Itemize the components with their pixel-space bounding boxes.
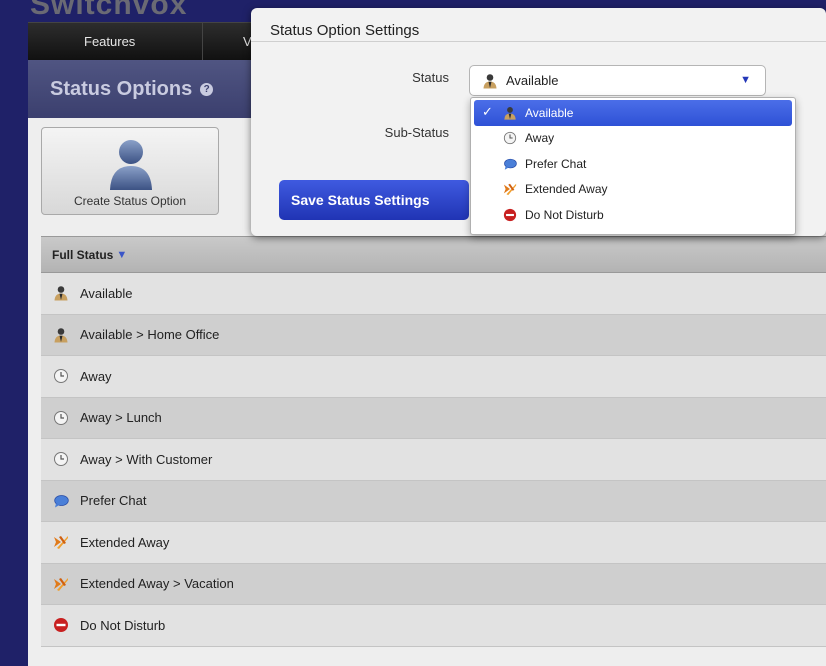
help-icon[interactable]: ? bbox=[200, 82, 214, 96]
sort-desc-icon[interactable]: ▼ bbox=[116, 249, 127, 261]
create-status-option-button[interactable]: Create Status Option bbox=[41, 127, 219, 215]
table-row[interactable]: Extended Away bbox=[41, 522, 826, 564]
clock-icon bbox=[53, 410, 69, 426]
table-row[interactable]: Extended Away > Vacation bbox=[41, 563, 826, 605]
person-icon bbox=[503, 106, 517, 120]
page-title: Status Options bbox=[50, 77, 193, 100]
column-header-label: Full Status bbox=[52, 247, 114, 262]
status-select-value: Available bbox=[506, 73, 559, 88]
person-icon bbox=[53, 285, 69, 301]
table-row[interactable]: Away > Lunch bbox=[41, 397, 826, 439]
checkmark-icon: ✓ bbox=[482, 104, 493, 119]
row-label: Away > With Customer bbox=[80, 451, 213, 467]
dropdown-option[interactable]: Away bbox=[471, 126, 795, 152]
dropdown-option-label: Available bbox=[525, 105, 574, 120]
dropdown-option[interactable]: Do Not Disturb bbox=[471, 202, 795, 228]
clock-icon bbox=[53, 451, 69, 467]
dialog-title: Status Option Settings bbox=[251, 8, 826, 42]
table-body: Available Available > Home Office Away Away… bbox=[41, 273, 826, 647]
nav-tab-features[interactable]: Features bbox=[28, 23, 203, 60]
row-label: Extended Away bbox=[80, 534, 170, 550]
plane-icon bbox=[53, 576, 69, 592]
table-row[interactable]: Away > With Customer bbox=[41, 439, 826, 481]
plane-icon bbox=[503, 182, 517, 196]
row-label: Extended Away > Vacation bbox=[80, 576, 234, 592]
dropdown-option[interactable]: ✓ Available bbox=[474, 100, 792, 126]
app-logo: Switchvox bbox=[30, 0, 188, 21]
chat-bubble-icon bbox=[53, 493, 69, 509]
save-status-settings-button[interactable]: Save Status Settings bbox=[279, 180, 469, 220]
substatus-label: Sub-Status bbox=[384, 125, 449, 140]
clock-icon bbox=[503, 131, 517, 145]
table-row[interactable]: Prefer Chat bbox=[41, 480, 826, 522]
no-entry-icon bbox=[503, 208, 517, 222]
dropdown-option[interactable]: Extended Away bbox=[471, 177, 795, 203]
row-label: Away > Lunch bbox=[80, 410, 162, 426]
table-row[interactable]: Do Not Disturb bbox=[41, 605, 826, 647]
table-row[interactable]: Available > Home Office bbox=[41, 314, 826, 356]
chat-bubble-icon bbox=[503, 157, 517, 171]
dropdown-option-label: Prefer Chat bbox=[525, 156, 587, 171]
status-table: Full Status ▼ Available Available > Home … bbox=[41, 236, 826, 647]
table-row[interactable]: Away bbox=[41, 356, 826, 398]
row-label: Available > Home Office bbox=[80, 327, 220, 343]
plane-icon bbox=[53, 534, 69, 550]
dropdown-option-label: Away bbox=[525, 131, 555, 146]
person-icon bbox=[53, 327, 69, 343]
row-label: Do Not Disturb bbox=[80, 617, 166, 633]
dropdown-option[interactable]: Prefer Chat bbox=[471, 151, 795, 177]
user-silhouette-icon bbox=[110, 140, 152, 190]
table-row[interactable]: Available bbox=[41, 273, 826, 315]
row-label: Available bbox=[80, 285, 133, 301]
status-dropdown-list: ✓ Available Away Prefer Chat Extended Away Do… bbox=[470, 97, 796, 235]
status-select[interactable]: Available ▼ bbox=[469, 65, 766, 96]
no-entry-icon bbox=[53, 617, 69, 633]
dropdown-option-label: Extended Away bbox=[525, 182, 608, 197]
dropdown-option-label: Do Not Disturb bbox=[525, 207, 604, 222]
row-label: Prefer Chat bbox=[80, 493, 147, 509]
person-icon bbox=[482, 73, 498, 89]
status-option-settings-dialog: Status Option Settings Status Available … bbox=[251, 8, 826, 236]
clock-icon bbox=[53, 368, 69, 384]
chevron-down-icon: ▼ bbox=[740, 74, 751, 86]
column-header-full-status[interactable]: Full Status ▼ bbox=[41, 236, 826, 273]
create-status-option-label: Create Status Option bbox=[73, 194, 187, 208]
row-label: Away bbox=[80, 368, 112, 384]
status-label: Status bbox=[412, 70, 449, 85]
